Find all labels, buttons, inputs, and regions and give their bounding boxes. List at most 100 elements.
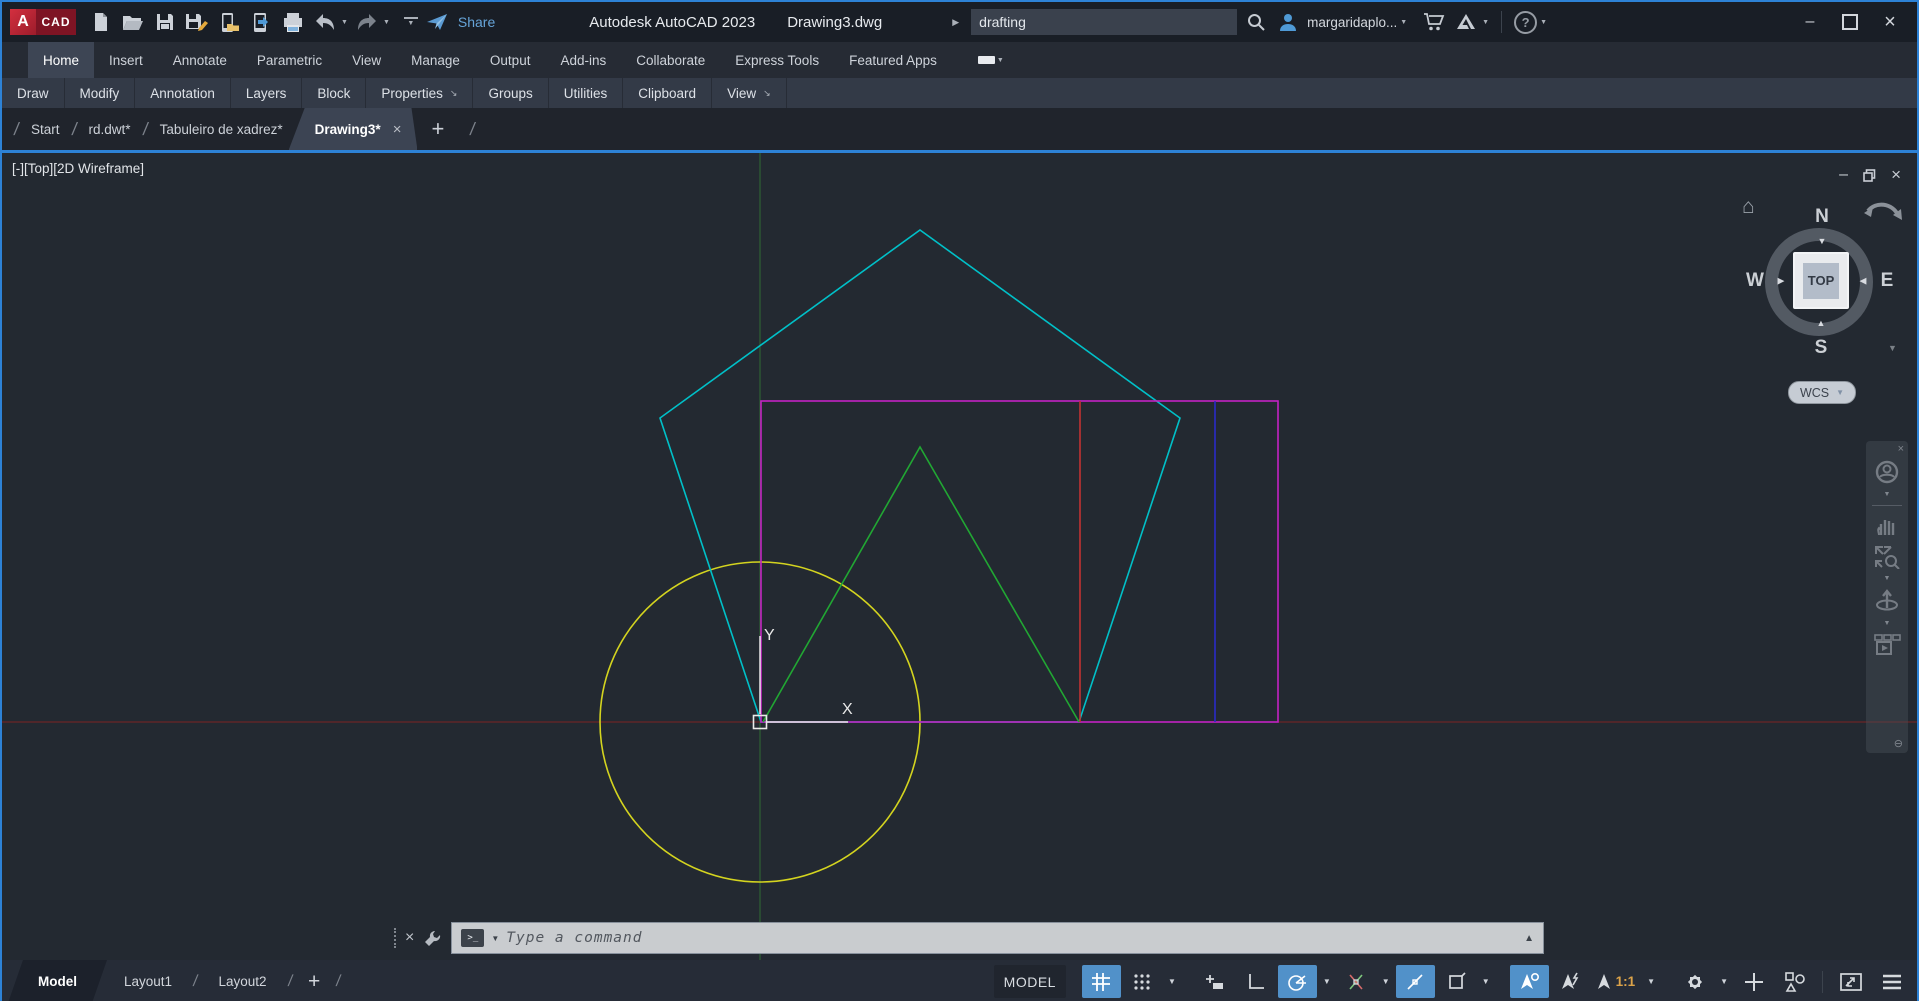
viewport-controls-label[interactable]: [-][Top][2D Wireframe] [12,161,144,176]
qat-customize-button[interactable]: ▼ [404,17,418,27]
navbar-collapse-icon[interactable]: ⊖ [1894,737,1903,750]
panel-modify[interactable]: Modify [65,78,136,108]
pan-hand-icon[interactable] [1875,515,1899,537]
command-recent-caret[interactable]: ▼ [491,934,499,943]
ortho-toggle[interactable] [1237,965,1276,998]
new-drawing-button[interactable] [88,9,114,35]
new-layout-button[interactable]: + [308,970,320,994]
ribbon-tab-collaborate[interactable]: Collaborate [621,42,720,78]
viewport-restore-button[interactable] [1863,169,1876,182]
file-tab-drawing3[interactable]: Drawing3* × [289,108,418,150]
ribbon-tab-output[interactable]: Output [475,42,546,78]
autodesk-apps-button[interactable] [1453,9,1479,35]
panel-draw[interactable]: Draw [2,78,65,108]
model-tab[interactable]: Model [8,960,107,1001]
save-button[interactable] [152,9,178,35]
help-button[interactable]: ? [1514,11,1537,34]
zoom-menu-caret[interactable]: ▼ [1884,575,1891,582]
wheel-menu-caret[interactable]: ▼ [1884,491,1891,498]
open-from-web-mobile-button[interactable] [216,9,242,35]
annotation-autoscale-toggle[interactable] [1551,965,1590,998]
viewcube-south[interactable]: S [1815,337,1828,359]
ribbon-tab-home[interactable]: Home [28,42,94,78]
command-placeholder[interactable]: Type a command [506,930,1517,946]
orbit-icon[interactable] [1874,588,1900,614]
layout1-tab[interactable]: Layout1 [107,960,189,1001]
viewcube-menu-caret[interactable]: ▼ [1888,343,1897,353]
rectangle-entity[interactable] [761,401,1278,722]
customization-button[interactable] [1734,965,1773,998]
panel-view[interactable]: View ↘ [712,78,787,108]
viewcube-east[interactable]: E [1881,270,1894,292]
window-close-button[interactable]: × [1875,8,1905,36]
polar-tracking-toggle[interactable] [1278,965,1317,998]
ribbon-tab-insert[interactable]: Insert [94,42,158,78]
object-snap-caret[interactable]: ▼ [1478,977,1494,986]
viewcube-caret-east[interactable]: ◀ [1860,276,1867,287]
panel-clipboard[interactable]: Clipboard [623,78,712,108]
redo-button[interactable] [354,9,380,35]
wcs-dropdown[interactable]: WCS ▼ [1788,381,1856,404]
undo-button[interactable] [312,9,338,35]
autodesk-apps-caret[interactable]: ▼ [1482,19,1489,26]
search-input[interactable] [971,9,1237,35]
app-store-button[interactable] [1421,9,1447,35]
orbit-menu-caret[interactable]: ▼ [1884,620,1891,627]
drawing-canvas[interactable]: Y X [2,153,1917,960]
file-tab-close-icon[interactable]: × [393,121,402,138]
annotation-visibility-toggle[interactable] [1510,965,1549,998]
object-snap-tracking-toggle[interactable] [1396,965,1435,998]
search-expand-caret[interactable]: ▶ [952,17,959,28]
command-line-close-icon[interactable]: × [405,929,414,947]
polar-tracking-caret[interactable]: ▼ [1319,977,1335,986]
ribbon-tab-annotate[interactable]: Annotate [158,42,242,78]
command-input-bar[interactable]: >_ ▼ Type a command ▲ [451,922,1544,954]
panel-groups[interactable]: Groups [473,78,548,108]
panel-properties[interactable]: Properties ↘ [366,78,473,108]
steering-wheel-icon[interactable] [1874,459,1900,485]
ribbon-tab-addins[interactable]: Add-ins [545,42,621,78]
zigzag-entity[interactable] [763,447,1079,722]
file-tab-tabuleiro[interactable]: Tabuleiro de xadrez* [160,122,283,137]
viewport-minimize-button[interactable]: – [1839,166,1848,184]
isodraft-caret[interactable]: ▼ [1378,977,1394,986]
viewcube-caret-west[interactable]: ▶ [1778,276,1785,287]
pentagon-entity[interactable] [660,230,1180,722]
share-label[interactable]: Share [458,14,495,30]
ribbon-tab-view[interactable]: View [337,42,396,78]
snap-mode-caret[interactable]: ▼ [1164,977,1180,986]
ribbon-tab-parametric[interactable]: Parametric [242,42,337,78]
new-tab-button[interactable]: + [431,116,444,142]
command-prompt-icon[interactable]: >_ [461,929,484,947]
viewcube-home-icon[interactable]: ⌂ [1742,195,1755,219]
object-snap-toggle[interactable] [1437,965,1476,998]
save-as-button[interactable] [184,9,210,35]
workspace-switching-button[interactable] [1675,965,1714,998]
command-settings-wrench-icon[interactable] [423,929,442,948]
panel-block[interactable]: Block [302,78,366,108]
model-space-viewport[interactable]: Y X [-][Top][2D Wireframe] – × ⌂ N W E S… [2,153,1917,960]
navbar-close-icon[interactable]: × [1898,443,1904,455]
model-space-toggle[interactable]: MODEL [994,965,1066,998]
grid-toggle[interactable] [1082,965,1121,998]
share-button[interactable] [424,9,450,35]
account-dropdown-caret[interactable]: ▼ [1400,19,1407,26]
ribbon-tab-featured-apps[interactable]: Featured Apps [834,42,952,78]
window-maximize-button[interactable] [1835,8,1865,36]
panel-annotation[interactable]: Annotation [135,78,231,108]
panel-utilities[interactable]: Utilities [549,78,624,108]
window-minimize-button[interactable]: – [1795,8,1825,36]
help-dropdown-caret[interactable]: ▼ [1540,19,1547,26]
plot-button[interactable] [280,9,306,35]
redo-dropdown-caret[interactable]: ▼ [383,19,390,26]
panel-layers[interactable]: Layers [231,78,303,108]
viewcube-north[interactable]: N [1815,206,1829,228]
zoom-extents-icon[interactable] [1874,545,1900,569]
dynamic-input-toggle[interactable] [1196,965,1235,998]
file-tab-start[interactable]: Start [31,122,60,137]
layout2-tab[interactable]: Layout2 [202,960,284,1001]
file-tab-rd-dwt[interactable]: rd.dwt* [89,122,131,137]
undo-dropdown-caret[interactable]: ▼ [341,19,348,26]
snap-mode-toggle[interactable] [1123,965,1162,998]
viewcube-caret-north[interactable]: ▼ [1818,236,1827,246]
